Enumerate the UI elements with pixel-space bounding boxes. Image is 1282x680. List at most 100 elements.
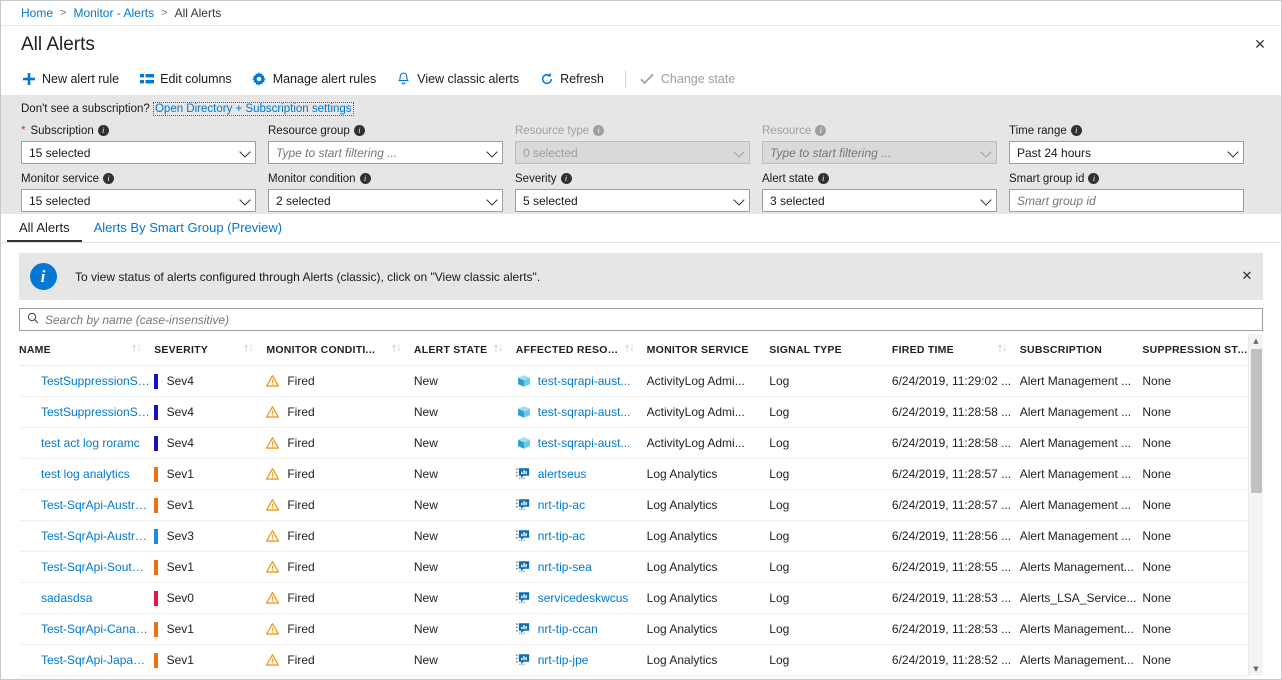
column-header-label: SUPPRESSION STAT... bbox=[1142, 343, 1251, 356]
cell-signal-type: Log bbox=[769, 551, 892, 583]
filter-value: 15 selected bbox=[29, 193, 91, 208]
column-header-subscription[interactable]: SUBSCRIPTION bbox=[1019, 334, 1143, 366]
table-row[interactable]: TestSuppressionSub... Sev4 Fired New test-sq… bbox=[19, 396, 1263, 428]
table-row[interactable]: TestSuppressionSub... Sev4 Fired New test-sq… bbox=[19, 365, 1263, 397]
sort-toggle-icon[interactable] bbox=[391, 343, 402, 356]
table-row[interactable]: test act log roramc Sev4 Fired New test-sqra… bbox=[19, 427, 1263, 459]
sort-toggle-icon[interactable] bbox=[624, 343, 635, 356]
alert-name-link[interactable]: Test-SqrApi-Canada... bbox=[41, 622, 150, 636]
affected-resource-link[interactable]: test-sqrapi-aust... bbox=[538, 374, 631, 388]
tab-all-alerts[interactable]: All Alerts bbox=[7, 214, 82, 242]
affected-resource-link[interactable]: test-sqrapi-aust... bbox=[538, 405, 631, 419]
scroll-down-button[interactable]: ▼ bbox=[1249, 662, 1263, 676]
breadcrumb-separator: > bbox=[161, 7, 168, 19]
filter-smart-group-id: Smart group id i Smart group id bbox=[1009, 171, 1244, 212]
sort-toggle-icon[interactable] bbox=[131, 343, 142, 356]
cell-fired-time: 6/24/2019, 11:29:02 ... bbox=[891, 365, 1020, 397]
column-header-suppression-stat[interactable]: SUPPRESSION STAT... bbox=[1142, 334, 1263, 366]
sort-toggle-icon[interactable] bbox=[493, 343, 504, 356]
view-classic-alerts-button[interactable]: View classic alerts bbox=[394, 69, 528, 90]
info-icon[interactable]: i bbox=[102, 173, 114, 184]
info-icon[interactable]: i bbox=[817, 173, 829, 184]
tab-label: Alerts By Smart Group (Preview) bbox=[93, 219, 283, 235]
filter-control-time-range[interactable]: Past 24 hours bbox=[1009, 141, 1244, 164]
column-header-name[interactable]: NAME bbox=[19, 334, 155, 366]
filter-control-monitor-service[interactable]: 15 selected bbox=[21, 189, 256, 212]
filter-label-monitor-condition: Monitor condition i bbox=[268, 171, 503, 186]
table-body: TestSuppressionSub... Sev4 Fired New test-sq… bbox=[19, 365, 1263, 676]
info-icon[interactable]: i bbox=[1088, 173, 1100, 184]
scrollbar-thumb[interactable] bbox=[1251, 349, 1262, 493]
scroll-up-button[interactable]: ▲ bbox=[1249, 334, 1263, 348]
info-icon[interactable]: i bbox=[593, 125, 605, 136]
filter-control-resource-group[interactable]: Type to start filtering ... bbox=[268, 141, 503, 164]
affected-resource-link[interactable]: nrt-tip-jpe bbox=[538, 653, 589, 667]
cell-alert-state: New bbox=[413, 551, 516, 583]
severity-label: Sev1 bbox=[166, 467, 194, 481]
manage-alert-rules-button[interactable]: Manage alert rules bbox=[250, 69, 386, 90]
info-icon[interactable]: i bbox=[359, 173, 371, 184]
filter-resource-type: Resource type i 0 selected bbox=[515, 123, 750, 164]
toolbar-button-label: View classic alerts bbox=[417, 72, 520, 86]
column-header-affected-resource[interactable]: AFFECTED RESOURCE bbox=[515, 334, 647, 366]
table-row[interactable]: Test-SqrApi-Canada... Sev1 Fired New nrt-tip… bbox=[19, 613, 1263, 645]
search-input[interactable]: Search by name (case-insensitive) bbox=[19, 308, 1263, 331]
severity-color-bar bbox=[154, 559, 158, 575]
info-icon[interactable]: i bbox=[353, 125, 365, 136]
filter-control-severity[interactable]: 5 selected bbox=[515, 189, 750, 212]
column-header-signal-type[interactable]: SIGNAL TYPE bbox=[769, 334, 892, 366]
column-header-monitor-service[interactable]: MONITOR SERVICE bbox=[646, 334, 770, 366]
toolbar-button-label: Edit columns bbox=[160, 72, 232, 86]
warning-triangle-icon bbox=[266, 592, 280, 604]
table-row[interactable]: sadasdsa Sev0 Fired New servicedeskwcus Log A… bbox=[19, 582, 1263, 614]
refresh-button[interactable]: Refresh bbox=[537, 69, 613, 90]
affected-resource-link[interactable]: nrt-tip-ac bbox=[538, 498, 585, 512]
filter-control-smart-group-id[interactable]: Smart group id bbox=[1009, 189, 1244, 212]
table-row[interactable]: test log analytics Sev1 Fired New alertseus L… bbox=[19, 458, 1263, 490]
edit-columns-button[interactable]: Edit columns bbox=[137, 69, 241, 90]
alert-name-link[interactable]: Test-SqrApi-JapanE... bbox=[41, 653, 150, 667]
breadcrumb-item-home[interactable]: Home bbox=[21, 6, 53, 20]
affected-resource-link[interactable]: servicedeskwcus bbox=[538, 591, 629, 605]
alert-name-link[interactable]: test log analytics bbox=[41, 467, 150, 481]
table-row[interactable]: Test-SqrApi-JapanE... Sev1 Fired New nrt-tip… bbox=[19, 644, 1263, 676]
dismiss-banner-button[interactable]: ✕ bbox=[1237, 267, 1257, 287]
info-icon[interactable]: i bbox=[560, 173, 572, 184]
affected-resource-link[interactable]: alertseus bbox=[538, 467, 587, 481]
sort-toggle-icon[interactable] bbox=[243, 343, 254, 356]
breadcrumb-item-monitor-alerts[interactable]: Monitor - Alerts bbox=[73, 6, 154, 20]
info-icon[interactable]: i bbox=[1070, 125, 1082, 136]
filter-control-alert-state[interactable]: 3 selected bbox=[762, 189, 997, 212]
info-icon[interactable]: i bbox=[815, 125, 827, 136]
alerts-table: NAME SEVERITY MONITOR CONDITI... ALERT STAT… bbox=[19, 334, 1263, 676]
severity-color-bar bbox=[154, 590, 158, 606]
alert-name-link[interactable]: Test-SqrApi-Southe... bbox=[41, 560, 150, 574]
table-row[interactable]: Test-SqrApi-Southe... Sev1 Fired New nrt-tip… bbox=[19, 551, 1263, 583]
filter-control-subscription[interactable]: 15 selected bbox=[21, 141, 256, 164]
tab-alerts-by-smart-group-preview[interactable]: Alerts By Smart Group (Preview) bbox=[82, 214, 295, 242]
alert-name-link[interactable]: sadasdsa bbox=[41, 591, 150, 605]
table-row[interactable]: Test-SqrApi-Australi... Sev1 Fired New nrt-t… bbox=[19, 489, 1263, 521]
column-header-alert-state[interactable]: ALERT STATE bbox=[413, 334, 516, 366]
column-header-severity[interactable]: SEVERITY bbox=[154, 334, 267, 366]
sort-toggle-icon[interactable] bbox=[997, 343, 1008, 356]
table-scrollbar[interactable]: ▲ ▼ bbox=[1248, 334, 1263, 676]
alert-name-link[interactable]: Test-SqrApi-Australi... bbox=[41, 529, 150, 543]
affected-resource-link[interactable]: nrt-tip-ccan bbox=[538, 622, 598, 636]
affected-resource-link[interactable]: nrt-tip-ac bbox=[538, 529, 585, 543]
table-row[interactable]: Test-SqrApi-Australi... Sev3 Fired New nrt-t… bbox=[19, 520, 1263, 552]
close-blade-button[interactable]: ✕ bbox=[1249, 34, 1271, 56]
alert-name-link[interactable]: test act log roramc bbox=[41, 436, 150, 450]
column-header-monitor-conditi[interactable]: MONITOR CONDITI... bbox=[266, 334, 414, 366]
column-header-fired-time[interactable]: FIRED TIME bbox=[891, 334, 1020, 366]
alert-name-link[interactable]: Test-SqrApi-Australi... bbox=[41, 498, 150, 512]
filter-control-monitor-condition[interactable]: 2 selected bbox=[268, 189, 503, 212]
alert-name-link[interactable]: TestSuppressionSub... bbox=[41, 374, 150, 388]
affected-resource-link[interactable]: test-sqrapi-aust... bbox=[538, 436, 631, 450]
open-directory-subscription-settings-link[interactable]: Open Directory + Subscription settings bbox=[152, 102, 354, 116]
affected-resource-link[interactable]: nrt-tip-sea bbox=[538, 560, 592, 574]
alert-name-link[interactable]: TestSuppressionSub... bbox=[41, 405, 150, 419]
cell-signal-type: Log bbox=[769, 365, 892, 397]
info-icon[interactable]: i bbox=[97, 125, 109, 136]
new-alert-rule-button[interactable]: New alert rule bbox=[19, 69, 128, 90]
